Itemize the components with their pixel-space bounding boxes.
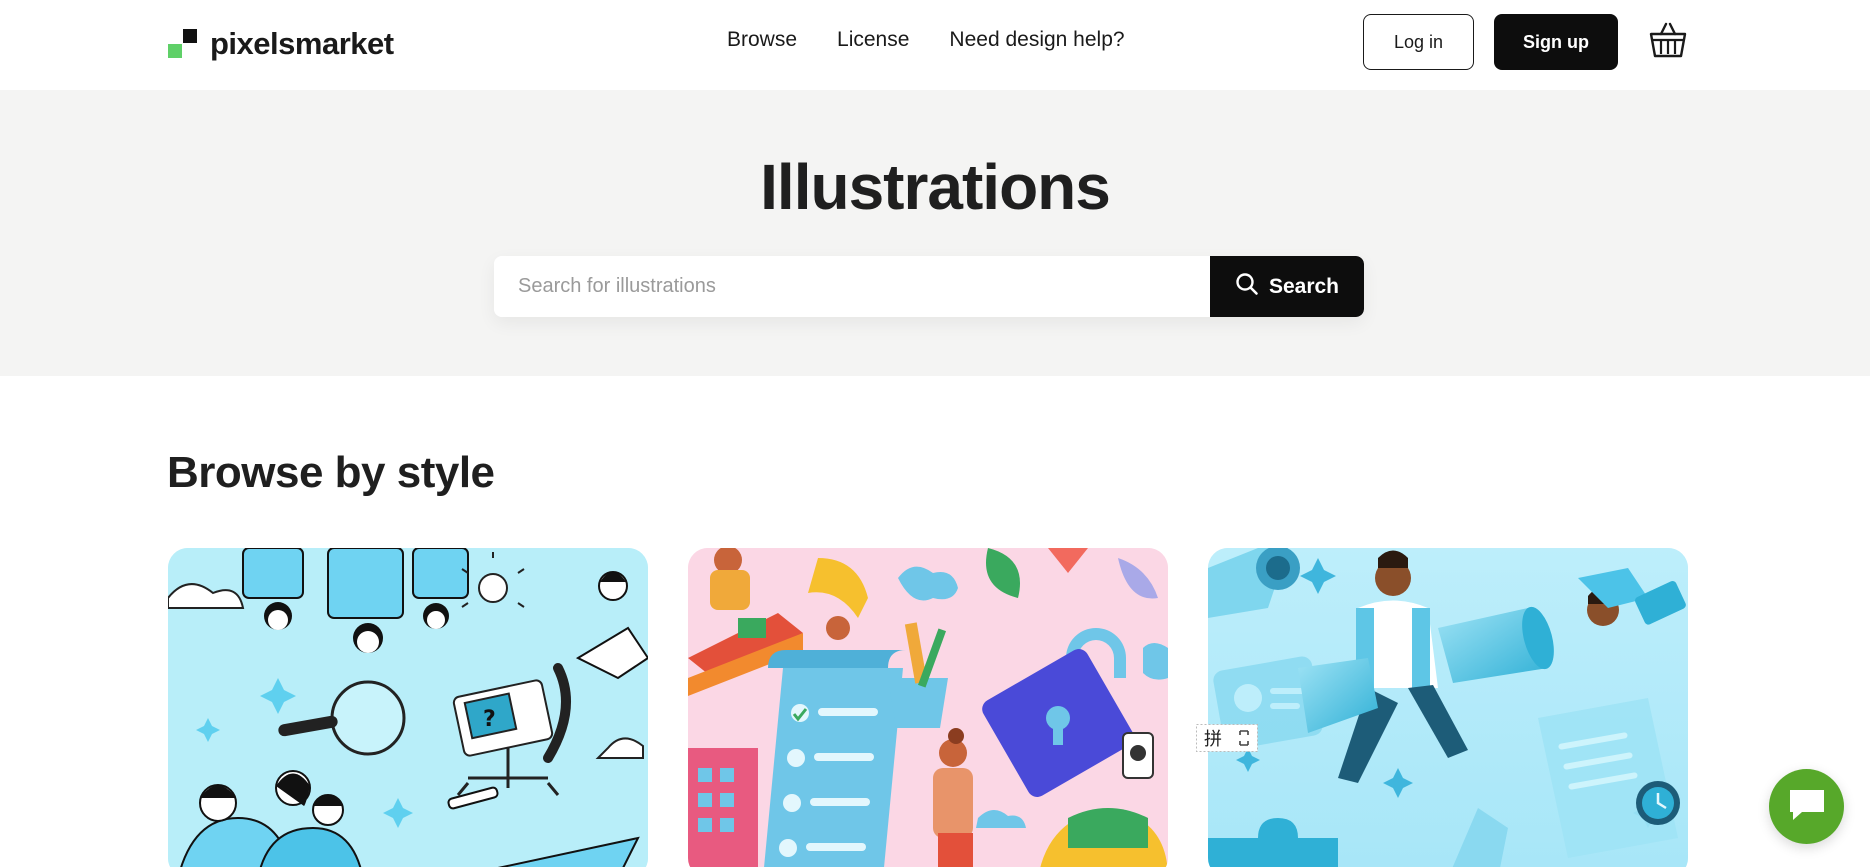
brand-logo[interactable]: pixelsmarket (168, 26, 394, 62)
chat-bubble-icon (1787, 786, 1827, 827)
search-icon (1235, 272, 1259, 302)
nav-license[interactable]: License (837, 28, 909, 52)
page-title: Illustrations (760, 151, 1111, 223)
ime-toolbar[interactable]: 拼 (1196, 724, 1258, 752)
search-button-label: Search (1268, 274, 1340, 298)
hero-section: Illustrations Search (0, 90, 1870, 376)
nav-browse[interactable]: Browse (727, 28, 797, 52)
main-nav: Browse License Need design help? (727, 28, 1125, 52)
flat-color-illustration (688, 548, 1168, 867)
brand-name: pixelsmarket (210, 26, 394, 61)
login-button[interactable]: Log in (1363, 14, 1474, 70)
line-art-illustration: ? (168, 548, 648, 867)
3d-gradient-illustration (1208, 548, 1688, 867)
site-header: pixelsmarket Browse License Need design … (0, 0, 1870, 90)
style-card-line-art[interactable]: ? (168, 548, 648, 867)
style-cards: ? (168, 548, 1688, 867)
style-card-3d[interactable] (1208, 548, 1688, 867)
signup-button[interactable]: Sign up (1494, 14, 1618, 70)
ime-glyph: 拼 (1204, 729, 1222, 750)
logo-icon (168, 29, 198, 59)
search-input[interactable] (494, 256, 1210, 317)
basket-icon[interactable] (1648, 20, 1688, 60)
svg-text:?: ? (483, 707, 496, 732)
style-card-flat-color[interactable] (688, 548, 1168, 867)
section-title: Browse by style (167, 448, 495, 497)
nav-design-help[interactable]: Need design help? (949, 28, 1124, 52)
chat-button[interactable] (1769, 769, 1844, 844)
search-bar: Search (494, 256, 1364, 317)
search-button[interactable]: Search (1210, 256, 1364, 317)
